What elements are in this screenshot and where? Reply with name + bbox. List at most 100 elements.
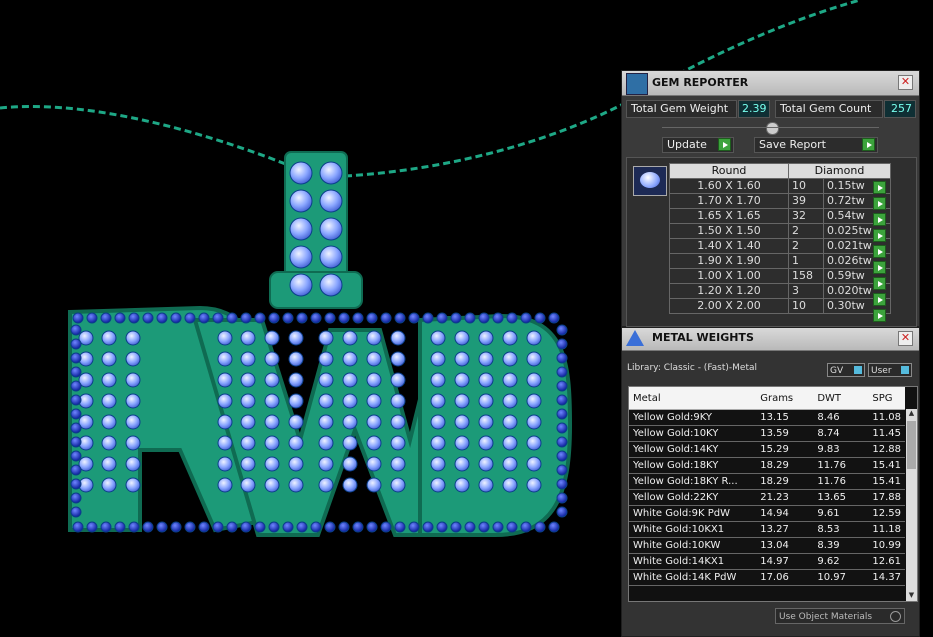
gem-count-cell: 39 [788, 193, 824, 209]
metal-weights-panel: METAL WEIGHTS ✕ Library: Classic - (Fast… [621, 327, 920, 637]
play-arrow-icon[interactable] [873, 181, 886, 194]
gem-stone [492, 312, 504, 324]
metal-metal-cell: Yellow Gold:22KY [629, 489, 757, 506]
scroll-down-icon[interactable]: ▼ [906, 591, 917, 601]
close-icon[interactable]: ✕ [898, 75, 913, 90]
gem-stone [70, 394, 82, 406]
metal-grams-cell: 13.27 [756, 521, 814, 538]
metal-row[interactable]: White Gold:9K PdW 14.94 9.61 12.59 [629, 505, 905, 522]
gem-reporter-titlebar[interactable]: GEM REPORTER ✕ [622, 71, 919, 96]
metal-dwt-cell: 8.39 [813, 537, 869, 554]
metal-row[interactable]: White Gold:10KX1 13.27 8.53 11.18 [629, 521, 905, 538]
gem-table-area: Round Diamond 1.60 X 1.60 10 0.15tw 1.70 X … [626, 157, 917, 327]
gem-stone [70, 492, 82, 504]
gem-size-cell: 1.65 X 1.65 [669, 208, 789, 224]
gem-stone [520, 312, 532, 324]
gem-row[interactable]: 1.40 X 1.40 2 0.021tw [669, 238, 891, 254]
scroll-up-icon[interactable]: ▲ [906, 409, 917, 419]
gem-stone [101, 414, 117, 430]
play-arrow-icon[interactable] [873, 309, 886, 322]
metal-row[interactable]: Yellow Gold:9KY 13.15 8.46 11.08 [629, 409, 905, 426]
gem-stone [288, 456, 304, 472]
metal-grams-cell: 13.59 [756, 425, 814, 442]
use-object-materials-toggle[interactable]: Use Object Materials [775, 608, 905, 624]
gem-size-cell: 1.50 X 1.50 [669, 223, 789, 239]
gem-row[interactable]: 1.70 X 1.70 39 0.72tw [669, 193, 891, 209]
gem-stone [226, 521, 238, 533]
metal-grams-cell: 17.06 [756, 569, 814, 586]
gem-stone [502, 435, 518, 451]
gem-stone [101, 330, 117, 346]
gem-row[interactable]: 1.60 X 1.60 10 0.15tw [669, 178, 891, 194]
play-arrow-icon[interactable] [873, 229, 886, 242]
close-icon[interactable]: ✕ [898, 331, 913, 346]
gem-stone [318, 414, 334, 430]
gem-stone [240, 330, 256, 346]
play-arrow-icon[interactable] [873, 261, 886, 274]
gem-stone [506, 521, 518, 533]
gem-stone [142, 312, 154, 324]
round-gem-icon[interactable] [633, 166, 667, 196]
gem-stone [268, 521, 280, 533]
gem-row[interactable]: 1.20 X 1.20 3 0.020tw [669, 283, 891, 299]
save-report-button[interactable]: Save Report [754, 137, 878, 153]
play-arrow-icon[interactable] [873, 245, 886, 258]
gem-stone [254, 521, 266, 533]
gem-stone [342, 414, 358, 430]
gem-row[interactable]: 1.50 X 1.50 2 0.025tw [669, 223, 891, 239]
gem-stone [478, 330, 494, 346]
metal-row[interactable]: Yellow Gold:10KY 13.59 8.74 11.45 [629, 425, 905, 442]
gem-stone [556, 436, 568, 448]
metal-row[interactable]: Yellow Gold:22KY 21.23 13.65 17.88 [629, 489, 905, 506]
gem-row[interactable]: 2.00 X 2.00 10 0.30tw [669, 298, 891, 314]
gem-table: Round Diamond 1.60 X 1.60 10 0.15tw 1.70 X … [669, 163, 891, 314]
user-toggle[interactable]: User [868, 363, 912, 377]
play-arrow-icon[interactable] [862, 138, 875, 151]
metal-spg-cell: 15.41 [868, 457, 905, 474]
gem-stone [520, 521, 532, 533]
gem-stone [338, 312, 350, 324]
metal-row[interactable]: White Gold:14KX1 14.97 9.62 12.61 [629, 553, 905, 570]
collapse-toggle[interactable] [766, 122, 779, 135]
gem-stone [70, 338, 82, 350]
play-arrow-icon[interactable] [873, 277, 886, 290]
scrollbar[interactable]: ▲ ▼ [906, 409, 917, 601]
gem-stone [86, 312, 98, 324]
gem-stone [240, 372, 256, 388]
metal-row[interactable]: Yellow Gold:14KY 15.29 9.83 12.88 [629, 441, 905, 458]
metal-weights-titlebar[interactable]: METAL WEIGHTS ✕ [622, 328, 919, 351]
gem-stone [366, 393, 382, 409]
gem-row[interactable]: 1.65 X 1.65 32 0.54tw [669, 208, 891, 224]
metal-row[interactable]: White Gold:10KW 13.04 8.39 10.99 [629, 537, 905, 554]
gem-stone [430, 435, 446, 451]
gem-row[interactable]: 1.00 X 1.00 158 0.59tw [669, 268, 891, 284]
gem-stone [101, 351, 117, 367]
play-arrow-icon[interactable] [873, 293, 886, 306]
gem-stone [548, 521, 560, 533]
gem-stone [390, 330, 406, 346]
gem-stone [264, 393, 280, 409]
pendant-letters [68, 305, 573, 537]
gem-stone [430, 414, 446, 430]
metal-row[interactable]: Yellow Gold:18KY 18.29 11.76 15.41 [629, 457, 905, 474]
gem-stone [289, 189, 313, 213]
gem-reporter-title: GEM REPORTER [652, 76, 749, 89]
gem-stone [408, 521, 420, 533]
gv-toggle[interactable]: GV [827, 363, 865, 377]
gem-stone [526, 351, 542, 367]
gem-stone [240, 414, 256, 430]
gem-stone [125, 330, 141, 346]
gem-stone [264, 351, 280, 367]
scroll-thumb[interactable] [907, 421, 916, 469]
gem-stone [366, 456, 382, 472]
gem-stone [296, 521, 308, 533]
gem-row[interactable]: 1.90 X 1.90 1 0.026tw [669, 253, 891, 269]
metal-row[interactable]: White Gold:14K PdW 17.06 10.97 14.37 [629, 569, 905, 586]
gem-stone [212, 312, 224, 324]
play-arrow-icon[interactable] [873, 213, 886, 226]
play-arrow-icon[interactable] [718, 138, 731, 151]
play-arrow-icon[interactable] [873, 197, 886, 210]
metal-row[interactable]: Yellow Gold:18KY R... 18.29 11.76 15.41 [629, 473, 905, 490]
gem-stone [502, 477, 518, 493]
metal-metal-cell: Yellow Gold:18KY [629, 457, 757, 474]
